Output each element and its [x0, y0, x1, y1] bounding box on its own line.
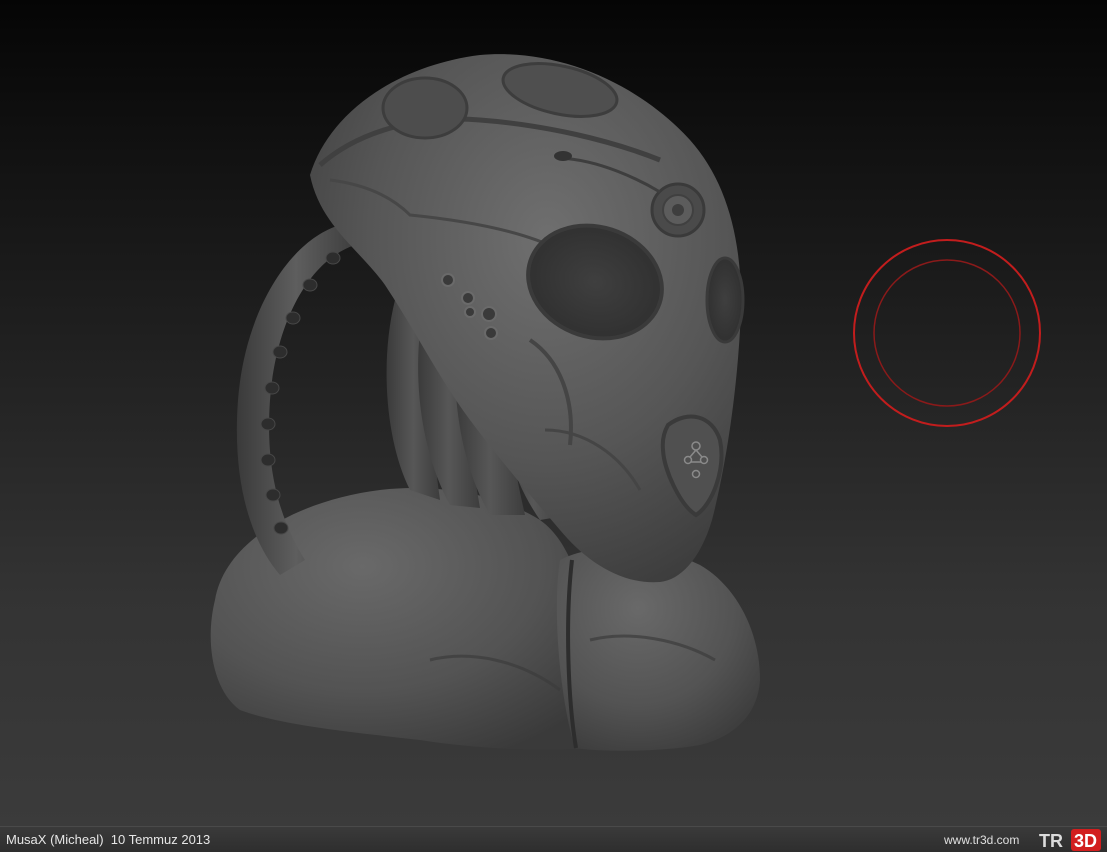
date-text: 10 Temmuz 2013: [110, 832, 211, 847]
tr3d-logo: TR 3D: [1039, 829, 1101, 851]
site-url-link[interactable]: www.tr3d.com: [944, 833, 1019, 847]
svg-text:3D: 3D: [1074, 831, 1097, 851]
author-name: MusaX (Micheal): [6, 832, 104, 847]
brush-cursor-circle: [853, 239, 1041, 427]
svg-text:TR: TR: [1039, 831, 1063, 851]
zbrush-viewport[interactable]: [0, 0, 1107, 826]
footer-bar: MusaX (Micheal) 10 Temmuz 2013 www.tr3d.…: [0, 826, 1107, 852]
footer-credit: MusaX (Micheal) 10 Temmuz 2013: [6, 832, 210, 847]
right-eye: [705, 256, 745, 344]
